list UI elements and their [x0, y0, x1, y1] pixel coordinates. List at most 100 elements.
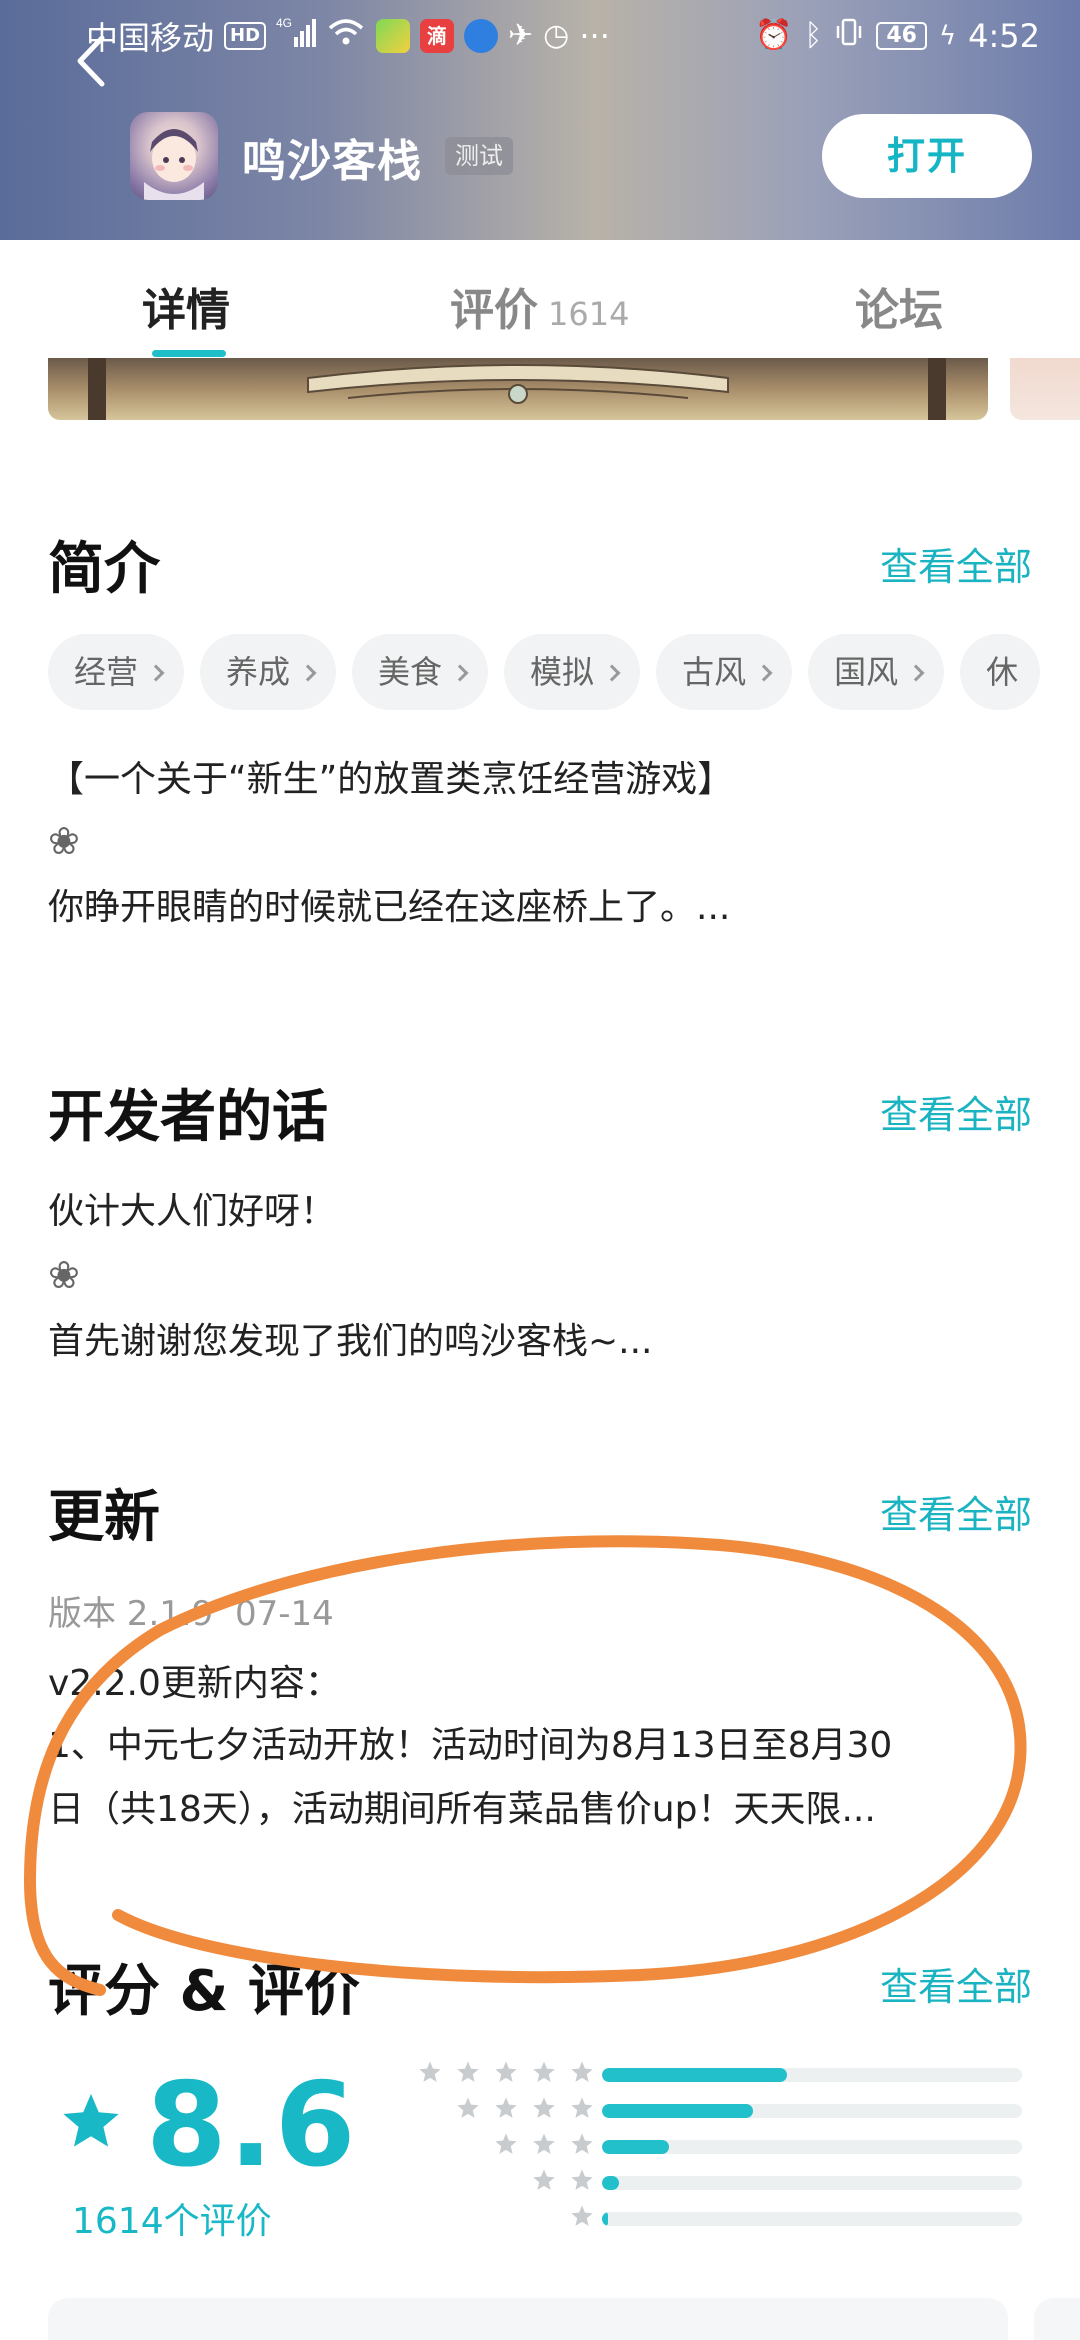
- tag-list: 经营 养成 美食 模拟 古风 国风 休: [48, 634, 1080, 710]
- review-card-next[interactable]: [1034, 2298, 1080, 2340]
- chevron-right-icon: [755, 664, 773, 682]
- update-line-2: 1、中元七夕活动开放！活动时间为8月13日至8月30: [48, 1725, 893, 1766]
- signal-icon: 4G: [276, 15, 317, 57]
- update-line-3[interactable]: 日（共18天），活动期间所有菜品售价up！天天限...: [48, 1788, 1032, 1832]
- flower-icon: ❀: [48, 1253, 80, 1297]
- active-tab-indicator: [152, 350, 226, 357]
- tab-forum[interactable]: 论坛: [855, 274, 943, 338]
- star-icon: [419, 2061, 441, 2082]
- ratings-title: 评分 & 评价: [48, 1959, 360, 2024]
- developer-line-1: 伙计大人们好呀！: [48, 1191, 337, 1232]
- star-icon: [571, 2133, 593, 2154]
- flower-icon: ❀: [48, 819, 80, 863]
- star-icon: [571, 2169, 593, 2190]
- rating-row-bar-fill: [602, 2176, 619, 2190]
- status-right: ⏰ ᛒ 46 ϟ 4:52: [755, 14, 1040, 58]
- chevron-right-icon: [907, 664, 925, 682]
- rating-count: 1614个评价: [72, 2201, 272, 2242]
- wifi-icon: [326, 16, 366, 56]
- battery-icon: 46: [876, 22, 927, 50]
- rating-row: [380, 2096, 1030, 2124]
- bulb-icon: [464, 19, 499, 53]
- update-see-all-link[interactable]: 查看全部: [880, 1484, 1032, 1539]
- rating-row-bar-fill: [602, 2212, 609, 2226]
- developer-line-2[interactable]: 首先谢谢您发现了我们的鸣沙客栈~...: [48, 1320, 1032, 1364]
- tag-label: 经营: [74, 653, 139, 691]
- hd-badge: HD: [224, 22, 267, 50]
- tab-reviews[interactable]: 评价 1614: [450, 274, 629, 338]
- tag-label: 美食: [378, 653, 443, 691]
- version-date: 07-14: [234, 1594, 334, 1634]
- tab-bar: 详情 评价 1614 论坛: [0, 240, 1080, 358]
- star-icon: [571, 2061, 593, 2082]
- tag-label: 模拟: [530, 653, 595, 691]
- tab-forum-label: 论坛: [855, 285, 943, 336]
- app-title: 鸣沙客栈: [242, 136, 422, 187]
- intro-line-2[interactable]: 你睁开眼睛的时候就已经在这座桥上了。...: [48, 886, 1032, 930]
- star-icon: [533, 2169, 555, 2190]
- open-button[interactable]: 打开: [822, 114, 1032, 198]
- tab-details[interactable]: 详情: [142, 274, 230, 338]
- rating-row: [380, 2060, 1030, 2088]
- app-badge-label: 滴: [427, 24, 448, 48]
- tag-label: 古风: [682, 653, 747, 691]
- rating-row-stars: [570, 2204, 594, 2232]
- status-left: 中国移动 HD 4G 滴 ✈ ◷ ···: [86, 14, 610, 58]
- tag-chip[interactable]: 国风: [808, 634, 945, 710]
- star-icon: [495, 2133, 517, 2154]
- tag-chip[interactable]: 美食: [352, 634, 489, 710]
- alarm-icon: ⏰: [755, 18, 793, 53]
- back-button[interactable]: [62, 26, 118, 96]
- tag-label: 国风: [834, 653, 899, 691]
- update-title: 更新: [48, 1485, 160, 1550]
- review-card[interactable]: [48, 2298, 1008, 2340]
- tag-chip[interactable]: 休: [960, 634, 1041, 710]
- tab-reviews-count: 1614: [548, 295, 630, 333]
- chevron-right-icon: [299, 664, 317, 682]
- ratings-see-all-link[interactable]: 查看全部: [880, 1956, 1032, 2011]
- star-icon: [495, 2097, 517, 2118]
- intro-see-all-link[interactable]: 查看全部: [880, 536, 1032, 591]
- bird-icon: ✈: [508, 18, 534, 53]
- vibrate-icon: [834, 16, 864, 56]
- rating-row: [380, 2168, 1030, 2196]
- chevron-right-icon: [147, 664, 165, 682]
- rating-row-bar: [602, 2104, 1022, 2118]
- rating-row-stars: [456, 2096, 594, 2124]
- tag-chip[interactable]: 养成: [200, 634, 337, 710]
- rating-score: 8.6: [146, 2058, 358, 2193]
- star-icon: [533, 2133, 555, 2154]
- clock-app-icon: ◷: [543, 18, 570, 53]
- test-badge: 测试: [445, 137, 513, 175]
- bluetooth-icon: ᛒ: [804, 18, 823, 53]
- rating-row-stars: [418, 2060, 594, 2088]
- star-icon: [457, 2061, 479, 2082]
- rating-row-bar-fill: [602, 2104, 754, 2118]
- tag-chip[interactable]: 古风: [656, 634, 793, 710]
- developer-see-all-link[interactable]: 查看全部: [880, 1084, 1032, 1139]
- tag-chip[interactable]: 模拟: [504, 634, 641, 710]
- status-bar: 中国移动 HD 4G 滴 ✈ ◷ ··· ⏰ ᛒ 46 ϟ 4:52: [0, 0, 1080, 72]
- screenshot-gallery-item-next[interactable]: [1010, 358, 1080, 420]
- tag-chip[interactable]: 经营: [48, 634, 185, 710]
- more-notifications: ···: [579, 17, 610, 55]
- chevron-left-icon: [77, 35, 105, 87]
- rating-row-bar: [602, 2140, 1022, 2154]
- star-icon: [495, 2061, 517, 2082]
- app-icon: [130, 112, 218, 200]
- star-icon: [457, 2097, 479, 2118]
- rating-row-stars: [494, 2132, 594, 2160]
- update-line-1: v2.2.0更新内容：: [48, 1663, 341, 1704]
- screenshot-gallery-item[interactable]: [48, 358, 988, 420]
- star-icon: [533, 2097, 555, 2118]
- rating-row: [380, 2132, 1030, 2160]
- clock-time: 4:52: [968, 17, 1040, 55]
- star-icon: [63, 2093, 119, 2147]
- tag-label: 休: [986, 653, 1019, 691]
- charging-icon: ϟ: [938, 21, 957, 51]
- chevron-right-icon: [603, 664, 621, 682]
- rating-row: [380, 2204, 1030, 2232]
- version-info: 版本 2.1.9 07-14: [48, 1586, 334, 1635]
- intro-line-1: 【一个关于“新生”的放置类烹饪经营游戏】: [48, 759, 734, 800]
- developer-title: 开发者的话: [48, 1085, 328, 1150]
